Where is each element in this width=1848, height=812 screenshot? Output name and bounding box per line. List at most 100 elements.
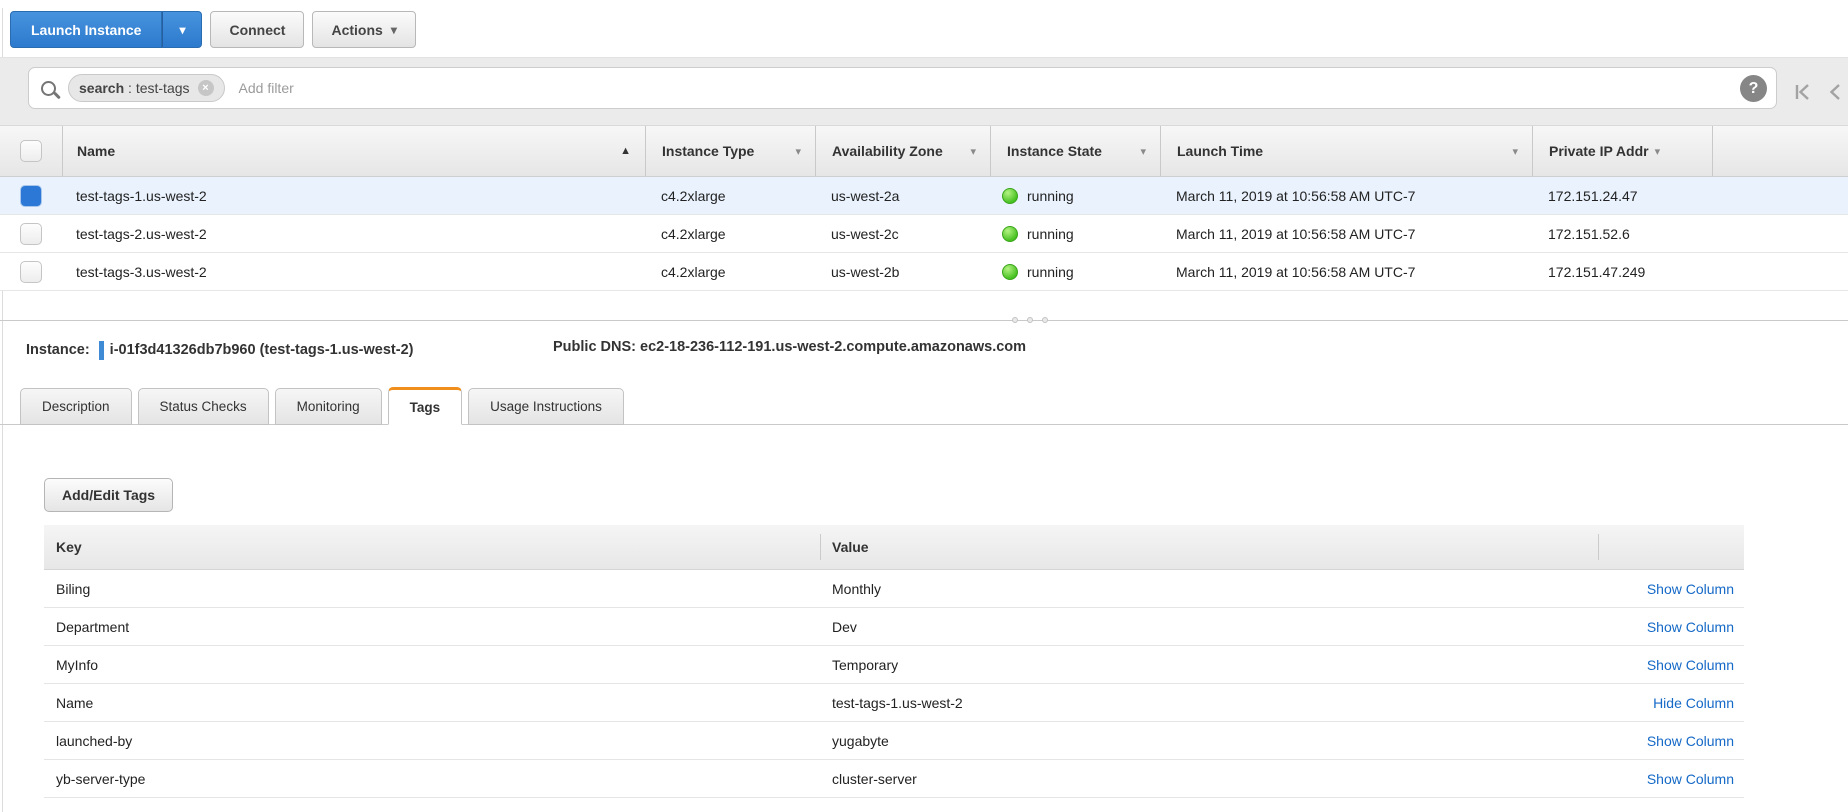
instances-table: Name▲ Instance Type▾ Availability Zone▾ … [0,125,1848,291]
tag-key: launched-by [44,733,820,749]
instance-type: c4.2xlarge [645,264,815,280]
connect-button[interactable]: Connect [210,11,304,48]
instance-name: test-tags-3.us-west-2 [62,264,645,280]
instances-table-header: Name▲ Instance Type▾ Availability Zone▾ … [0,125,1848,177]
private-ip: 172.151.52.6 [1532,226,1712,242]
instance-name: test-tags-1.us-west-2 [62,188,645,204]
tab-status-checks[interactable]: Status Checks [138,388,269,425]
instance-id: i-01f3d41326db7b960 (test-tags-1.us-west… [110,342,414,358]
pane-divider [0,320,1848,321]
row-checkbox[interactable] [20,223,42,245]
tags-table: Key Value Biling Monthly Show Column Dep… [44,525,1744,798]
column-header-availability-zone[interactable]: Availability Zone▾ [815,126,990,176]
public-dns-label: Public DNS: [553,339,636,355]
instance-row-2[interactable]: test-tags-2.us-west-2 c4.2xlarge us-west… [0,215,1848,253]
availability-zone: us-west-2a [815,188,990,204]
tab-description[interactable]: Description [20,388,132,425]
chevron-down-icon: ▾ [391,23,397,37]
show-column-link[interactable]: Show Column [1647,657,1734,673]
help-icon[interactable]: ? [1740,75,1767,102]
running-status-icon [1002,188,1018,204]
column-header-launch-time[interactable]: Launch Time▾ [1160,126,1532,176]
tag-row: Name test-tags-1.us-west-2 Hide Column [44,684,1744,722]
instance-row-1[interactable]: test-tags-1.us-west-2 c4.2xlarge us-west… [0,177,1848,215]
filter-chip-value: : test-tags [128,80,189,96]
add-edit-tags-button[interactable]: Add/Edit Tags [44,478,173,512]
chevron-down-icon: ▾ [1140,145,1146,158]
tag-row: Biling Monthly Show Column [44,570,1744,608]
chevron-down-icon: ▾ [970,145,976,158]
row-checkbox[interactable] [20,261,42,283]
tag-value: Monthly [820,581,1598,597]
instance-type: c4.2xlarge [645,188,815,204]
private-ip: 172.151.47.249 [1532,264,1712,280]
instance-state: running [1027,226,1074,242]
tag-key: MyInfo [44,657,820,673]
column-header-private-ip[interactable]: Private IP Addr▾ [1532,126,1712,176]
running-status-icon [1002,226,1018,242]
previous-page-icon[interactable] [1826,80,1844,104]
chevron-down-icon: ▾ [795,145,801,158]
show-column-link[interactable]: Show Column [1647,581,1734,597]
instance-type: c4.2xlarge [645,226,815,242]
column-header-name[interactable]: Name▲ [62,126,645,176]
public-dns-value: ec2-18-236-112-191.us-west-2.compute.ama… [640,339,1026,355]
tag-value: Temporary [820,657,1598,673]
running-status-icon [1002,264,1018,280]
tab-monitoring[interactable]: Monitoring [275,388,382,425]
select-all-checkbox[interactable] [20,140,42,162]
remove-filter-icon[interactable]: × [198,80,214,96]
instance-row-3[interactable]: test-tags-3.us-west-2 c4.2xlarge us-west… [0,253,1848,291]
tag-row: yb-server-type cluster-server Show Colum… [44,760,1744,798]
show-column-link[interactable]: Show Column [1647,733,1734,749]
pagination [1792,80,1844,104]
tag-value: Dev [820,619,1598,635]
private-ip: 172.151.24.47 [1532,188,1712,204]
show-column-link[interactable]: Show Column [1647,771,1734,787]
launch-instance-button[interactable]: Launch Instance [10,11,162,48]
sort-ascending-icon: ▲ [620,145,631,157]
launch-time: March 11, 2019 at 10:56:58 AM UTC-7 [1160,264,1532,280]
tag-key: Department [44,619,820,635]
tag-value: test-tags-1.us-west-2 [820,695,1598,711]
actions-button[interactable]: Actions▾ [312,11,415,48]
instance-state: running [1027,264,1074,280]
tag-key: Name [44,695,820,711]
tag-value: cluster-server [820,771,1598,787]
availability-zone: us-west-2c [815,226,990,242]
row-checkbox[interactable] [20,185,42,207]
tab-tags[interactable]: Tags [388,387,463,425]
add-filter-placeholder[interactable]: Add filter [239,80,294,96]
filter-bar: search : test-tags × Add filter ? [0,57,1848,125]
instance-label: Instance: [26,342,90,358]
tag-row: MyInfo Temporary Show Column [44,646,1744,684]
availability-zone: us-west-2b [815,264,990,280]
show-column-link[interactable]: Show Column [1647,619,1734,635]
tags-table-header: Key Value [44,525,1744,570]
instance-name: test-tags-2.us-west-2 [62,226,645,242]
first-page-icon[interactable] [1792,80,1814,104]
tag-key: Biling [44,581,820,597]
column-header-instance-type[interactable]: Instance Type▾ [645,126,815,176]
instance-state: running [1027,188,1074,204]
column-header-instance-state[interactable]: Instance State▾ [990,126,1160,176]
search-icon [41,81,56,96]
launch-instance-dropdown-button[interactable]: ▾ [162,11,202,48]
tag-row: Department Dev Show Column [44,608,1744,646]
chevron-down-icon: ▾ [1655,145,1661,158]
detail-tabs: Description Status Checks Monitoring Tag… [20,388,1848,425]
drag-handle-icon[interactable] [1012,317,1048,323]
launch-time: March 11, 2019 at 10:56:58 AM UTC-7 [1160,226,1532,242]
filter-chip-key: search [79,80,124,96]
search-input[interactable]: search : test-tags × Add filter ? [28,67,1777,109]
tag-key: yb-server-type [44,771,820,787]
column-header-key: Key [44,525,820,569]
selection-bar-icon [99,341,104,360]
filter-chip[interactable]: search : test-tags × [68,74,225,102]
column-header-value: Value [820,525,1598,569]
ec2-console: Launch Instance ▾ Connect Actions▾ searc… [0,0,1848,812]
hide-column-link[interactable]: Hide Column [1653,695,1734,711]
tab-usage-instructions[interactable]: Usage Instructions [468,388,624,425]
toolbar: Launch Instance ▾ Connect Actions▾ [10,11,416,48]
tag-row: launched-by yugabyte Show Column [44,722,1744,760]
